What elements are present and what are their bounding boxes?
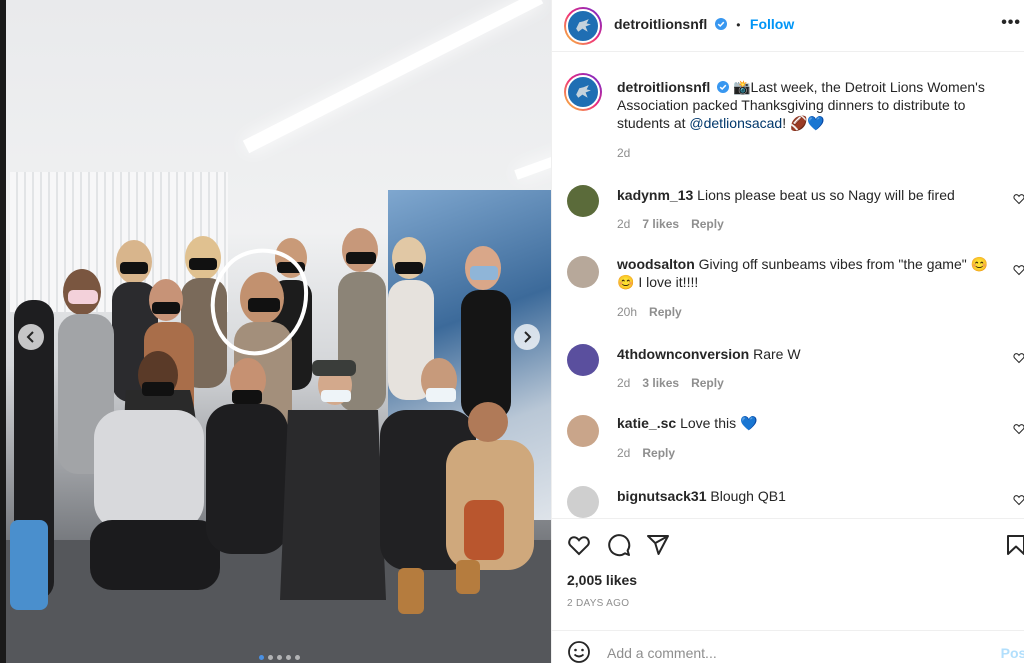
carousel-dot (295, 655, 300, 660)
commenter-username[interactable]: bignutsack31 (617, 488, 706, 504)
more-icon: ••• (1001, 14, 1021, 31)
next-photo-button[interactable] (514, 324, 540, 350)
caption-author-avatar[interactable] (564, 73, 602, 111)
separator-dot: • (736, 18, 741, 32)
comment-time[interactable]: 2d (617, 376, 630, 390)
heart-icon[interactable] (1013, 494, 1024, 506)
follow-button[interactable]: Follow (750, 16, 794, 32)
post-header: detroitlionsnfl • Follow ••• (552, 0, 1024, 52)
commenter-avatar[interactable] (567, 486, 599, 518)
carousel-dot (268, 655, 273, 660)
comment-composer: Add a comment... Post (552, 630, 1024, 663)
post-panel: detroitlionsnfl • Follow ••• detroitlion… (551, 0, 1024, 663)
previous-photo-button[interactable] (18, 324, 44, 350)
author-username[interactable]: detroitlionsnfl (614, 16, 707, 32)
comment-input[interactable]: Add a comment... (607, 645, 717, 661)
carousel-indicator (259, 655, 300, 660)
commenter-avatar[interactable] (567, 185, 599, 217)
commenter-username[interactable]: woodsalton (617, 256, 695, 272)
comment-text: Blough QB1 (710, 488, 786, 504)
carousel-dot (277, 655, 282, 660)
group-of-people (10, 228, 534, 614)
comment-item: bignutsack31 Blough QB1 (552, 484, 1024, 518)
commenter-username[interactable]: kadynm_13 (617, 187, 693, 203)
bookmark-icon[interactable] (1004, 533, 1024, 557)
author-avatar[interactable] (564, 7, 602, 45)
reply-button[interactable]: Reply (642, 446, 675, 460)
comment-icon[interactable] (607, 533, 631, 557)
more-options-button[interactable]: ••• (1001, 14, 1021, 32)
commenter-username[interactable]: 4thdownconversion (617, 346, 749, 362)
commenter-avatar[interactable] (567, 344, 599, 376)
caption-end: ! 🏈💙 (782, 115, 825, 131)
reply-button[interactable]: Reply (691, 217, 724, 231)
heart-icon[interactable] (567, 533, 591, 557)
lion-logo-icon (575, 18, 591, 32)
comment-time[interactable]: 2d (617, 217, 630, 231)
commenter-avatar[interactable] (567, 256, 599, 288)
caption-timestamp[interactable]: 2d (617, 146, 630, 160)
comment-text: Lions please beat us so Nagy will be fir… (697, 187, 955, 203)
comment-text: Rare W (753, 346, 801, 362)
caption-username[interactable]: detroitlionsnfl (617, 79, 710, 95)
reply-button[interactable]: Reply (691, 376, 724, 390)
emoji-icon[interactable] (567, 640, 591, 663)
carousel-dot (259, 655, 264, 660)
verified-icon (717, 81, 730, 93)
action-bar (552, 518, 1024, 560)
comment-time[interactable]: 20h (617, 305, 637, 319)
comment-likes[interactable]: 3 likes (642, 376, 679, 390)
caption-mention-link[interactable]: @detlionsacad (689, 115, 782, 131)
chevron-right-icon (524, 331, 532, 343)
carousel-dot (286, 655, 291, 660)
comment-time[interactable]: 2d (617, 446, 630, 460)
heart-icon[interactable] (1013, 193, 1024, 205)
lion-logo-icon (575, 84, 591, 98)
commenter-username[interactable]: katie_.sc (617, 415, 676, 431)
post-comment-button[interactable]: Post (1001, 645, 1024, 661)
reply-button[interactable]: Reply (649, 305, 682, 319)
chevron-left-icon (26, 331, 34, 343)
heart-icon[interactable] (1013, 352, 1024, 364)
commenter-avatar[interactable] (567, 415, 599, 447)
heart-icon[interactable] (1013, 264, 1024, 276)
post-caption: detroitlionsnfl 📸Last week, the Detroit … (617, 78, 997, 132)
comment-likes[interactable]: 7 likes (642, 217, 679, 231)
likes-count[interactable]: 2,005 likes (567, 572, 637, 588)
post-date[interactable]: 2 DAYS AGO (567, 598, 629, 609)
share-icon[interactable] (646, 533, 670, 557)
post-photo[interactable] (6, 0, 551, 663)
caption-emoji: 📸 (733, 79, 751, 95)
comment-text: Love this 💙 (680, 415, 758, 431)
heart-icon[interactable] (1013, 423, 1024, 435)
verified-icon (714, 18, 727, 30)
